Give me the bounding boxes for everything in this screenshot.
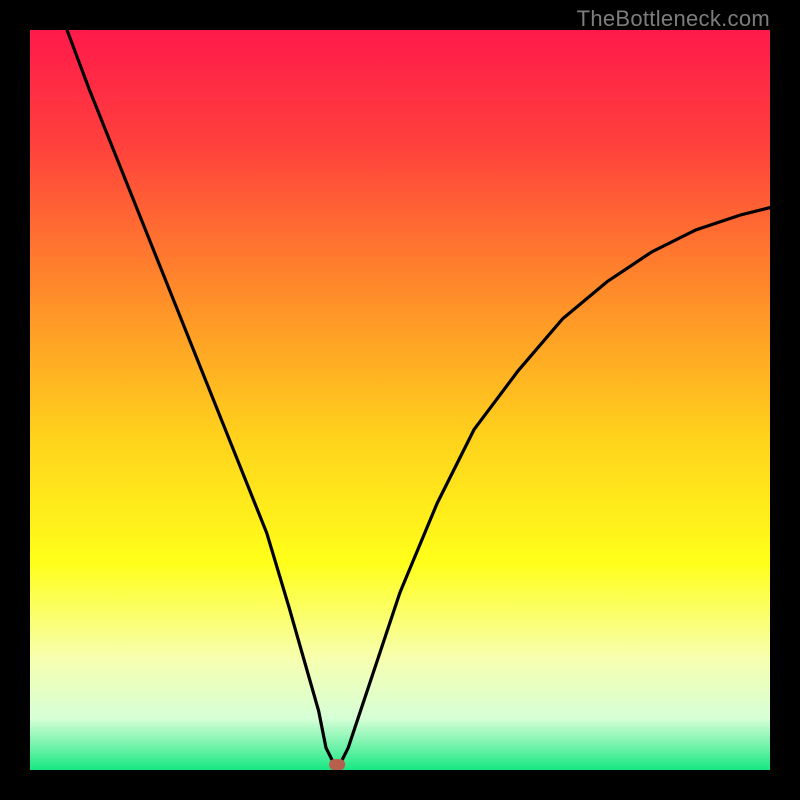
chart-frame xyxy=(30,30,770,770)
chart-background xyxy=(30,30,770,770)
watermark-text: TheBottleneck.com xyxy=(577,6,770,32)
bottleneck-chart xyxy=(30,30,770,770)
optimum-marker xyxy=(329,759,345,770)
